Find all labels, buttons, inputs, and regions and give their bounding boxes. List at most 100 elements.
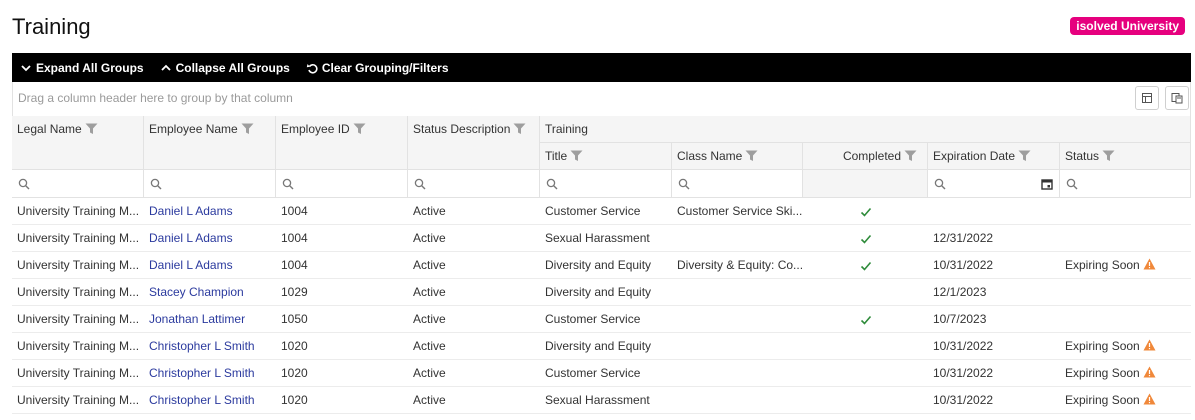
cell-status: Expiring Soon: [1060, 333, 1191, 360]
table-row[interactable]: University Training M... Daniel L Adams …: [12, 225, 1191, 252]
table-row[interactable]: University Training M... Stacey Champion…: [12, 279, 1191, 306]
header-completed[interactable]: Completed: [803, 143, 928, 170]
filter-status[interactable]: [1060, 170, 1191, 198]
column-chooser-icon: [1171, 93, 1183, 104]
search-icon: [1066, 178, 1078, 189]
cell-class-name: Diversity & Equity: Co...: [677, 258, 803, 272]
cell-class-name: [672, 279, 803, 306]
cell-expiration-date: 10/31/2022: [933, 393, 994, 407]
cell-legal-name: University Training M...: [17, 258, 140, 272]
header-employee-id-label: Employee ID: [281, 122, 350, 136]
cell-class-name: [672, 360, 803, 387]
export-excel-button[interactable]: [1135, 86, 1159, 110]
filter-employee-id[interactable]: [276, 170, 408, 198]
header-expiration-date[interactable]: Expiration Date: [928, 143, 1060, 170]
funnel-icon[interactable]: [904, 150, 917, 162]
chevron-down-icon: [21, 64, 31, 71]
calendar-icon[interactable]: [1041, 178, 1053, 190]
header-status-label: Status: [1065, 149, 1100, 163]
filter-legal-name[interactable]: [12, 170, 144, 198]
header-legal-name[interactable]: Legal Name: [12, 116, 144, 170]
cell-status: Expiring Soon: [1060, 387, 1191, 414]
cell-expiration-date: 10/7/2023: [933, 312, 987, 326]
filter-employee-name[interactable]: [144, 170, 276, 198]
brand-badge[interactable]: isolved University: [1070, 17, 1185, 35]
funnel-icon[interactable]: [745, 150, 758, 162]
cell-employee-id: 1029: [281, 285, 308, 299]
cell-class-name: [672, 333, 803, 360]
header-class-name[interactable]: Class Name: [672, 143, 803, 170]
grid-toolbar: Expand All Groups Collapse All Groups Cl…: [12, 53, 1191, 82]
cell-title: Diversity and Equity: [545, 258, 652, 272]
cell-employee-name-link[interactable]: Daniel L Adams: [144, 225, 276, 252]
table-row[interactable]: University Training M... Daniel L Adams …: [12, 198, 1191, 225]
header-title-label: Title: [545, 149, 568, 163]
funnel-icon[interactable]: [1018, 150, 1031, 162]
cell-class-name: [672, 306, 803, 333]
filter-expiration-date[interactable]: [928, 170, 1060, 198]
cell-employee-id: 1004: [281, 204, 308, 218]
cell-expiration-date: 10/31/2022: [933, 366, 994, 380]
funnel-icon[interactable]: [85, 123, 98, 135]
table-row[interactable]: University Training M... Christopher L S…: [12, 333, 1191, 360]
status-label: Expiring Soon: [1065, 393, 1140, 407]
cell-employee-name-link[interactable]: Christopher L Smith: [144, 333, 276, 360]
header-employee-id[interactable]: Employee ID: [276, 116, 408, 170]
header-expiration-date-label: Expiration Date: [933, 149, 1016, 163]
check-icon: [860, 261, 871, 271]
cell-employee-name-link[interactable]: Christopher L Smith: [144, 387, 276, 414]
clear-grouping-filters-button[interactable]: Clear Grouping/Filters: [306, 61, 449, 75]
header-status[interactable]: Status: [1060, 143, 1191, 170]
table-row[interactable]: University Training M... Daniel L Adams …: [12, 252, 1191, 279]
header-class-name-label: Class Name: [677, 149, 743, 163]
cell-status: [1060, 306, 1191, 333]
collapse-all-groups-label: Collapse All Groups: [175, 60, 290, 75]
funnel-icon[interactable]: [241, 123, 254, 135]
cell-employee-id: 1004: [281, 258, 308, 272]
table-row[interactable]: University Training M... Christopher L S…: [12, 360, 1191, 387]
cell-employee-id: 1050: [281, 312, 308, 326]
funnel-icon[interactable]: [353, 123, 366, 135]
check-icon: [860, 234, 871, 244]
header-status-description[interactable]: Status Description: [408, 116, 540, 170]
search-icon: [150, 178, 162, 189]
funnel-icon[interactable]: [570, 150, 583, 162]
table-row[interactable]: University Training M... Jonathan Lattim…: [12, 306, 1191, 333]
status-label: Expiring Soon: [1065, 339, 1140, 353]
cell-completed: [803, 225, 928, 252]
cell-employee-name-link[interactable]: Jonathan Lattimer: [144, 306, 276, 333]
header-title[interactable]: Title: [540, 143, 672, 170]
filter-title[interactable]: [540, 170, 672, 198]
table-row[interactable]: University Training M... Christopher L S…: [12, 387, 1191, 414]
filter-completed: [803, 170, 928, 198]
header-legal-name-label: Legal Name: [17, 122, 82, 136]
page-title: Training: [12, 14, 91, 39]
expand-all-groups-button[interactable]: Expand All Groups: [20, 61, 144, 75]
cell-title: Customer Service: [545, 204, 641, 218]
cell-employee-name-link[interactable]: Daniel L Adams: [144, 252, 276, 279]
cell-status-description: Active: [413, 339, 446, 353]
undo-icon: [306, 63, 318, 74]
filter-status-description[interactable]: [408, 170, 540, 198]
column-chooser-button[interactable]: [1165, 86, 1189, 110]
header-employee-name-label: Employee Name: [149, 122, 238, 136]
cell-status-description: Active: [413, 231, 446, 245]
collapse-all-groups-button[interactable]: Collapse All Groups: [160, 61, 290, 75]
header-employee-name[interactable]: Employee Name: [144, 116, 276, 170]
cell-status: Expiring Soon: [1060, 360, 1191, 387]
cell-status: [1060, 225, 1191, 252]
cell-completed: [803, 198, 928, 225]
cell-title: Sexual Harassment: [545, 393, 650, 407]
header-status-description-label: Status Description: [413, 122, 511, 136]
cell-title: Customer Service: [545, 312, 641, 326]
funnel-icon[interactable]: [513, 123, 526, 135]
cell-completed: [803, 279, 928, 306]
cell-expiration-date: 12/31/2022: [933, 231, 994, 245]
cell-employee-name-link[interactable]: Christopher L Smith: [144, 360, 276, 387]
spreadsheet-icon: [1142, 93, 1152, 103]
filter-class-name[interactable]: [672, 170, 803, 198]
funnel-icon[interactable]: [1102, 150, 1115, 162]
cell-employee-name-link[interactable]: Daniel L Adams: [144, 198, 276, 225]
cell-employee-name-link[interactable]: Stacey Champion: [144, 279, 276, 306]
group-by-panel[interactable]: Drag a column header here to group by th…: [12, 82, 1191, 116]
